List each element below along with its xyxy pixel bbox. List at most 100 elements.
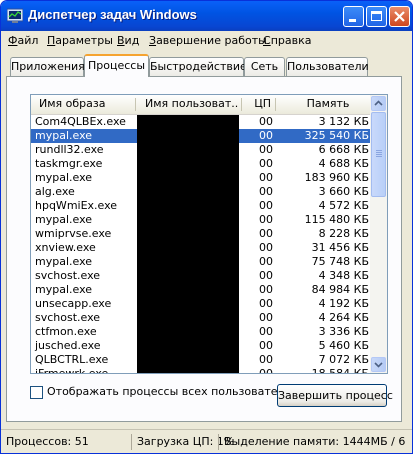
process-user-redacted (137, 213, 239, 227)
process-user-redacted (137, 143, 239, 157)
process-cpu: 00 (259, 311, 273, 324)
menu-view[interactable]: Вид (117, 34, 139, 47)
process-image-name: iFrmewrk.exe (35, 367, 109, 374)
process-memory: 4 192 КБ (318, 297, 369, 310)
process-cpu: 00 (259, 199, 273, 212)
tab-users[interactable]: Пользователи (286, 57, 369, 76)
process-row[interactable]: QLBCTRL.exe 00 7 072 КБ (31, 353, 371, 367)
show-all-users-label[interactable]: Отображать процессы всех пользователей (47, 385, 298, 398)
process-cpu: 00 (259, 297, 273, 310)
vertical-scrollbar[interactable] (370, 95, 387, 373)
process-row[interactable]: alg.exe 00 3 660 КБ (31, 185, 371, 199)
process-memory: 7 072 КБ (318, 353, 369, 366)
process-user-redacted (137, 115, 239, 129)
status-process-count: Процессов: 51 (6, 435, 89, 448)
process-memory: 3 132 КБ (318, 115, 369, 128)
scroll-down-button[interactable] (371, 357, 386, 372)
thumb-grip (376, 156, 382, 157)
process-memory: 4 348 КБ (318, 269, 369, 282)
process-memory: 4 572 КБ (318, 199, 369, 212)
process-image-name: jusched.exe (35, 339, 101, 352)
process-user-redacted (137, 353, 239, 367)
menu-file[interactable]: Файл (8, 34, 38, 47)
thumb-grip (376, 152, 382, 153)
column-separator[interactable] (135, 98, 136, 111)
tab-performance[interactable]: Быстродействие (149, 57, 247, 76)
process-memory: 75 748 КБ (311, 255, 369, 268)
title-bar[interactable]: Диспетчер задач Windows (1, 1, 412, 31)
process-user-redacted (137, 255, 239, 269)
process-row[interactable]: Com4QLBEx.exe 00 3 132 КБ (31, 115, 371, 129)
process-image-name: mypal.exe (35, 129, 93, 142)
tab-network[interactable]: Сеть (244, 57, 285, 76)
column-cpu[interactable]: ЦП (249, 95, 271, 114)
process-cpu: 00 (259, 255, 273, 268)
scroll-up-button[interactable] (371, 96, 386, 111)
end-process-button[interactable]: Завершить процесс (277, 384, 393, 407)
tab-applications[interactable]: Приложения (10, 57, 85, 76)
process-image-name: QLBCTRL.exe (35, 353, 109, 366)
process-image-name: alg.exe (35, 185, 75, 198)
column-separator[interactable] (241, 98, 242, 111)
menu-shutdown[interactable]: Завершение работы (149, 34, 267, 47)
show-all-users-checkbox[interactable] (30, 386, 43, 399)
process-row[interactable]: wmiprvse.exe 00 8 228 КБ (31, 227, 371, 241)
process-row[interactable]: svchost.exe 00 4 264 КБ (31, 311, 371, 325)
process-row[interactable]: ctfmon.exe 00 3 336 КБ (31, 325, 371, 339)
process-user-redacted (137, 311, 239, 325)
process-row[interactable]: taskmgr.exe 00 4 688 КБ (31, 157, 371, 171)
process-memory: 31 456 КБ (311, 241, 369, 254)
process-row[interactable]: mypal.exe 00 325 540 КБ (31, 129, 371, 143)
process-row[interactable]: svchost.exe 00 4 348 КБ (31, 269, 371, 283)
column-user-name[interactable]: Имя пользоват... (145, 95, 239, 114)
tab-processes[interactable]: Процессы (84, 54, 149, 77)
process-user-redacted (137, 185, 239, 199)
process-user-redacted (137, 129, 239, 143)
close-button[interactable] (389, 6, 410, 27)
process-row[interactable]: unsecapp.exe 00 4 192 КБ (31, 297, 371, 311)
process-user-redacted (137, 157, 239, 171)
process-cpu: 00 (259, 129, 273, 142)
process-memory: 115 480 КБ (304, 213, 369, 226)
process-image-name: svchost.exe (35, 269, 101, 282)
menu-help[interactable]: Справка (263, 34, 311, 47)
process-row[interactable]: mypal.exe 00 115 480 КБ (31, 213, 371, 227)
status-memory-commit: Выделение памяти: 1444МБ / 6 (218, 434, 410, 450)
minimize-button[interactable] (343, 6, 364, 27)
column-image-name[interactable]: Имя образа (39, 95, 134, 114)
process-row[interactable]: mypal.exe 00 183 960 КБ (31, 171, 371, 185)
process-memory: 4 688 КБ (318, 157, 369, 170)
process-image-name: mypal.exe (35, 213, 93, 226)
process-user-redacted (137, 269, 239, 283)
process-image-name: ctfmon.exe (35, 325, 97, 338)
scroll-thumb[interactable] (371, 112, 386, 197)
maximize-button[interactable] (366, 6, 387, 27)
process-row[interactable]: iFrmewrk.exe 00 18 584 КБ (31, 367, 371, 374)
process-row[interactable]: rundll32.exe 00 6 668 КБ (31, 143, 371, 157)
process-image-name: Com4QLBEx.exe (35, 115, 126, 128)
minimize-icon (349, 19, 356, 22)
process-memory: 6 668 КБ (318, 143, 369, 156)
process-cpu: 00 (259, 353, 273, 366)
menu-options[interactable]: Параметры (47, 34, 113, 47)
process-row[interactable]: xnview.exe 00 31 456 КБ (31, 241, 371, 255)
process-user-redacted (137, 297, 239, 311)
process-row[interactable]: mypal.exe 00 84 984 КБ (31, 283, 371, 297)
process-user-redacted (137, 171, 239, 185)
arrow-down-icon (374, 362, 383, 368)
process-image-name: mypal.exe (35, 171, 93, 184)
process-row[interactable]: jusched.exe 00 5 460 КБ (31, 339, 371, 353)
process-list[interactable]: Имя образа Имя пользоват... ЦП Память Co… (30, 94, 388, 374)
column-separator[interactable] (275, 98, 276, 111)
column-memory[interactable]: Память (293, 95, 363, 114)
process-memory: 325 540 КБ (304, 129, 369, 142)
process-cpu: 00 (259, 269, 273, 282)
process-cpu: 00 (259, 367, 273, 374)
process-cpu: 00 (259, 325, 273, 338)
process-memory: 5 460 КБ (318, 339, 369, 352)
process-cpu: 00 (259, 143, 273, 156)
process-row[interactable]: hpqWmiEx.exe 00 4 572 КБ (31, 199, 371, 213)
process-image-name: wmiprvse.exe (35, 227, 112, 240)
process-row[interactable]: mypal.exe 00 75 748 КБ (31, 255, 371, 269)
process-image-name: xnview.exe (35, 241, 96, 254)
